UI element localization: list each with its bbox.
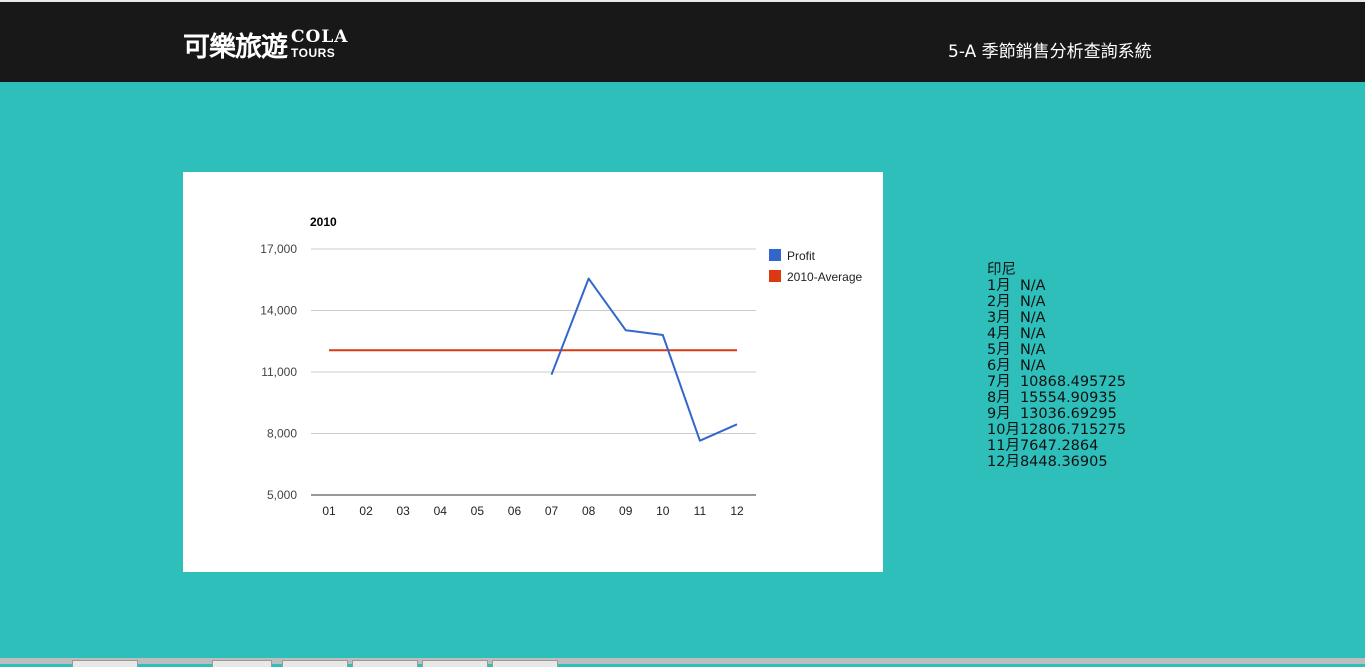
logo-english-text: COLA TOURS xyxy=(291,27,349,60)
x-tick-label: 07 xyxy=(545,504,559,518)
data-summary-panel: 印尼 1月 N/A 2月 N/A 3月 N/A 4月 N/A 5月 N/A 6月… xyxy=(987,262,1126,470)
y-tick-label: 14,000 xyxy=(260,304,297,318)
series-line-profit xyxy=(550,277,738,442)
y-tick-label: 8,000 xyxy=(267,427,297,441)
chart-title: 2010 xyxy=(310,215,337,229)
month-row: 4月 N/A xyxy=(987,326,1046,342)
month-row: 10月12806.715275 xyxy=(987,422,1127,438)
legend-label: 2010-Average xyxy=(787,270,862,284)
y-tick-label: 17,000 xyxy=(260,242,297,256)
cola-tours-logo[interactable]: 可樂旅遊 COLA TOURS xyxy=(183,26,349,63)
month-row: 9月 13036.69295 xyxy=(987,406,1117,422)
x-tick-label: 09 xyxy=(619,504,633,518)
logo-chinese-text: 可樂旅遊 xyxy=(183,31,288,63)
legend-swatch xyxy=(769,249,781,261)
header-bar: 可樂旅遊 COLA TOURS 5-A 季節銷售分析查詢系統 xyxy=(0,2,1365,82)
system-title: 5-A 季節銷售分析查詢系統 xyxy=(948,42,1152,62)
logo-tours-text: TOURS xyxy=(291,46,336,60)
x-tick-label: 01 xyxy=(322,504,336,518)
month-row: 11月7647.2864 xyxy=(987,438,1099,454)
x-tick-label: 03 xyxy=(397,504,411,518)
chart-panel: 2010 5,000 8,000 11,000 14,000 17,000 01 02 03 04… xyxy=(183,172,883,572)
legend-swatch xyxy=(769,270,781,282)
month-row: 2月 N/A xyxy=(987,294,1046,310)
month-row: 8月 15554.90935 xyxy=(987,390,1117,406)
browser-tab-strip xyxy=(0,658,1365,667)
x-tick-label: 11 xyxy=(694,504,707,518)
month-row: 12月8448.36905 xyxy=(987,454,1108,470)
x-tick-label: 02 xyxy=(359,504,373,518)
country-label: 印尼 xyxy=(987,262,1016,278)
y-tick-label: 5,000 xyxy=(267,488,297,502)
x-tick-label: 12 xyxy=(730,504,744,518)
x-tick-label: 05 xyxy=(471,504,485,518)
month-row: 1月 N/A xyxy=(987,278,1046,294)
x-tick-label: 08 xyxy=(582,504,596,518)
month-row: 7月 10868.495725 xyxy=(987,374,1127,390)
x-tick-label: 04 xyxy=(434,504,448,518)
y-tick-label: 11,000 xyxy=(261,365,297,379)
logo-cola-text: COLA xyxy=(291,27,349,47)
month-row: 5月 N/A xyxy=(987,342,1046,358)
legend-label: Profit xyxy=(787,249,816,263)
x-tick-label: 10 xyxy=(656,504,670,518)
month-row: 6月 N/A xyxy=(987,358,1046,374)
x-tick-label: 06 xyxy=(508,504,522,518)
month-row: 3月 N/A xyxy=(987,310,1046,326)
line-chart: 2010 5,000 8,000 11,000 14,000 17,000 01 02 03 04… xyxy=(260,215,862,518)
